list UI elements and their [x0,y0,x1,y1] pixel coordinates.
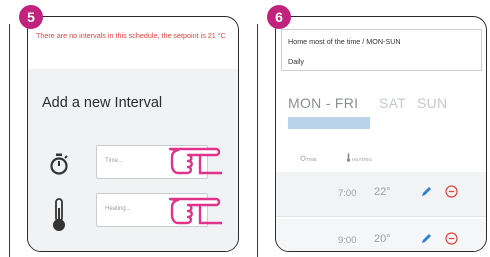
phone-step-5: There are no intervals in this schedule,… [27,16,239,252]
tab-mon-fri[interactable]: MON - FRI [288,95,358,111]
phone-step-6: Home most of the time / MON-SUN Daily MO… [275,16,487,252]
step-6-badge: 6 [267,5,291,29]
time-placeholder: Time... [105,158,124,164]
interval-time: 7:00 [338,188,357,199]
pointing-hand-icon [168,197,222,225]
pencil-icon[interactable] [421,185,433,197]
interval-temp: 20° [374,233,391,245]
interval-row[interactable]: 9:00 20° [276,219,486,251]
left-frame-line [9,24,11,257]
interval-temp: 22° [374,186,391,198]
no-intervals-message: There are no intervals in this schedule,… [36,31,226,40]
minus-circle-icon[interactable] [445,232,458,245]
interval-time: 9:00 [338,235,357,246]
stopwatch-icon [50,153,68,175]
minus-circle-icon[interactable] [445,185,458,198]
row-divider [276,216,486,217]
thermometer-icon [346,153,351,162]
column-heating: HEATING [352,157,373,162]
day-tabs: MON - FRI SAT SUN [276,77,486,143]
step-5-badge: 5 [19,5,43,29]
pencil-icon[interactable] [421,232,433,244]
thermometer-icon [53,198,65,231]
active-tab-underline [288,117,370,129]
add-interval-title: Add a new Interval [42,95,163,111]
heating-placeholder: Heating... [105,206,131,212]
tab-sat[interactable]: SAT [379,95,406,111]
pointing-hand-icon [168,147,222,175]
schedule-name: Home most of the time / MON-SUN [288,37,401,46]
tab-sun[interactable]: SUN [417,95,447,111]
column-time: TIME [306,157,317,162]
schedule-card[interactable]: Home most of the time / MON-SUN Daily [281,29,482,71]
interval-row[interactable]: 7:00 22° [276,172,486,216]
schedule-repeat: Daily [288,57,304,66]
center-frame-line [257,24,259,257]
